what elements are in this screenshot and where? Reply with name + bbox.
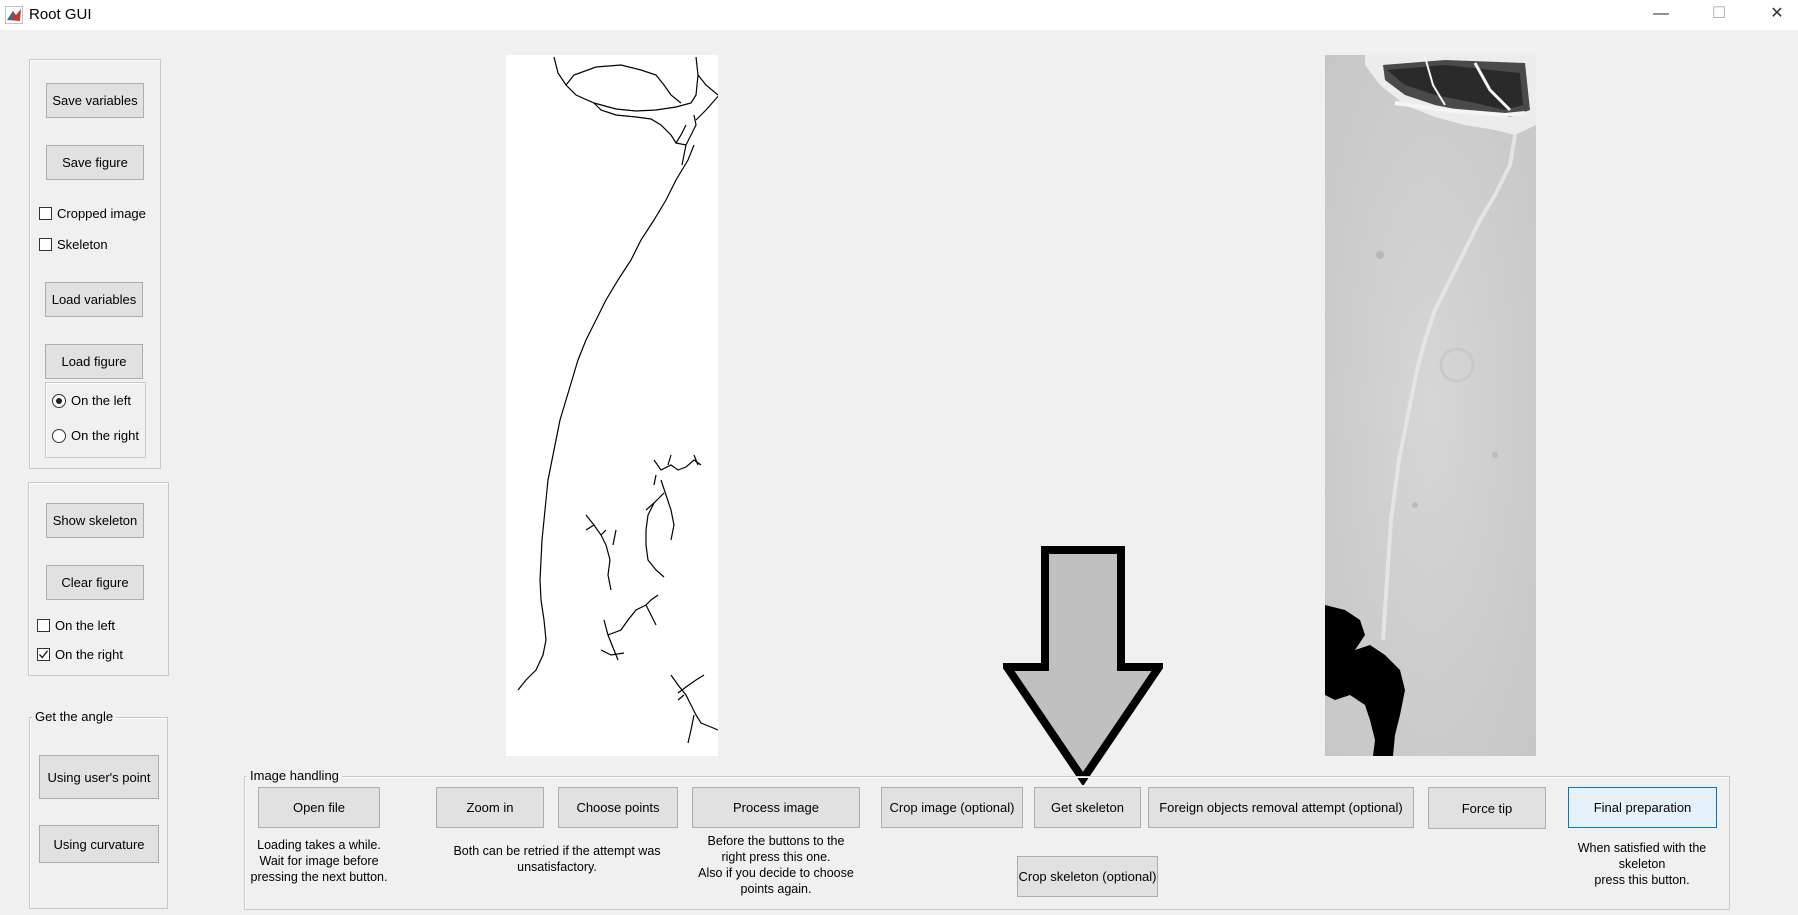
note-line: Before the buttons to the xyxy=(707,834,845,848)
note-line: Wait for image before xyxy=(259,854,379,868)
window-title: Root GUI xyxy=(29,6,92,23)
on-right-checkbox[interactable]: On the right xyxy=(37,647,123,662)
cropped-image-checkbox[interactable]: Cropped image xyxy=(39,206,146,221)
using-curvature-button[interactable]: Using curvature xyxy=(39,825,159,863)
note-line: points again. xyxy=(740,882,812,896)
save-variables-button[interactable]: Save variables xyxy=(46,83,144,118)
skeleton-image xyxy=(506,55,718,756)
process-image-button[interactable]: Process image xyxy=(692,787,860,828)
using-users-point-button[interactable]: Using user's point xyxy=(39,755,159,799)
radio-on-the-right[interactable]: On the right xyxy=(52,428,139,443)
foreign-objects-removal-button[interactable]: Foreign objects removal attempt (optiona… xyxy=(1148,787,1414,828)
checkbox-label: Skeleton xyxy=(57,237,108,252)
checkbox-label: On the left xyxy=(55,618,115,633)
minimize-button[interactable]: — xyxy=(1632,0,1690,30)
clear-figure-button[interactable]: Clear figure xyxy=(46,565,144,600)
show-skeleton-button[interactable]: Show skeleton xyxy=(46,503,144,538)
file-panel: Save variables Save figure Cropped image… xyxy=(29,59,161,469)
checkbox-box[interactable] xyxy=(37,648,50,661)
final-preparation-note: When satisfied with the skeleton press t… xyxy=(1562,840,1722,888)
crop-image-button[interactable]: Crop image (optional) xyxy=(881,787,1023,828)
root-photo-image xyxy=(1325,55,1536,756)
retry-note: Both can be retried if the attempt was u… xyxy=(435,843,679,875)
choose-points-button[interactable]: Choose points xyxy=(558,787,678,828)
final-preparation-button[interactable]: Final preparation xyxy=(1568,787,1717,828)
radio-circle[interactable] xyxy=(52,428,66,443)
image-handling-panel: Image handling Open file Loading takes a… xyxy=(244,768,1730,910)
skeleton-panel: Show skeleton Clear figure On the left O… xyxy=(28,482,169,676)
crop-skeleton-button[interactable]: Crop skeleton (optional) xyxy=(1017,856,1158,897)
save-figure-button[interactable]: Save figure xyxy=(46,145,144,180)
checkbox-label: Cropped image xyxy=(57,206,146,221)
load-figure-button[interactable]: Load figure xyxy=(45,344,143,379)
note-line: pressing the next button. xyxy=(250,870,388,884)
down-arrow-icon xyxy=(1003,546,1163,785)
angle-panel-title: Get the angle xyxy=(32,709,117,724)
open-file-note: Loading takes a while. Wait for image be… xyxy=(248,837,390,885)
matlab-icon xyxy=(5,6,23,24)
checkbox-box[interactable] xyxy=(37,619,50,632)
maximize-button[interactable]: ☐ xyxy=(1690,0,1748,30)
note-line: Also if you decide to choose xyxy=(698,866,854,880)
note-line: Both can be retried if the attempt was xyxy=(453,844,661,858)
force-tip-button[interactable]: Force tip xyxy=(1428,787,1546,829)
open-file-button[interactable]: Open file xyxy=(258,787,380,828)
load-variables-button[interactable]: Load variables xyxy=(45,282,143,317)
note-line: When satisfied with the xyxy=(1577,841,1707,855)
angle-panel: Get the angle Using user's point Using c… xyxy=(29,709,168,909)
note-line: skeleton xyxy=(1618,857,1666,871)
image-handling-title: Image handling xyxy=(247,768,342,783)
radio-on-the-left[interactable]: On the left xyxy=(52,393,131,408)
radio-label: On the left xyxy=(71,393,131,408)
note-line: Loading takes a while. xyxy=(257,838,381,852)
get-skeleton-button[interactable]: Get skeleton xyxy=(1034,787,1141,828)
note-line: press this button. xyxy=(1594,873,1690,887)
title-bar: Root GUI — ☐ ✕ xyxy=(0,0,1798,30)
radio-circle[interactable] xyxy=(52,393,66,408)
note-line: right press this one. xyxy=(721,850,831,864)
checkbox-label: On the right xyxy=(55,647,123,662)
skeleton-checkbox[interactable]: Skeleton xyxy=(39,237,108,252)
process-image-note: Before the buttons to the right press th… xyxy=(691,833,861,897)
checkbox-box[interactable] xyxy=(39,207,52,220)
note-line: unsatisfactory. xyxy=(517,860,597,874)
radio-label: On the right xyxy=(71,428,139,443)
checkbox-box[interactable] xyxy=(39,238,52,251)
checkmark-icon xyxy=(38,650,49,659)
close-button[interactable]: ✕ xyxy=(1748,0,1798,30)
figure-side-radio-group: On the left On the right xyxy=(45,382,146,458)
on-left-checkbox[interactable]: On the left xyxy=(37,618,115,633)
zoom-in-button[interactable]: Zoom in xyxy=(436,787,544,828)
